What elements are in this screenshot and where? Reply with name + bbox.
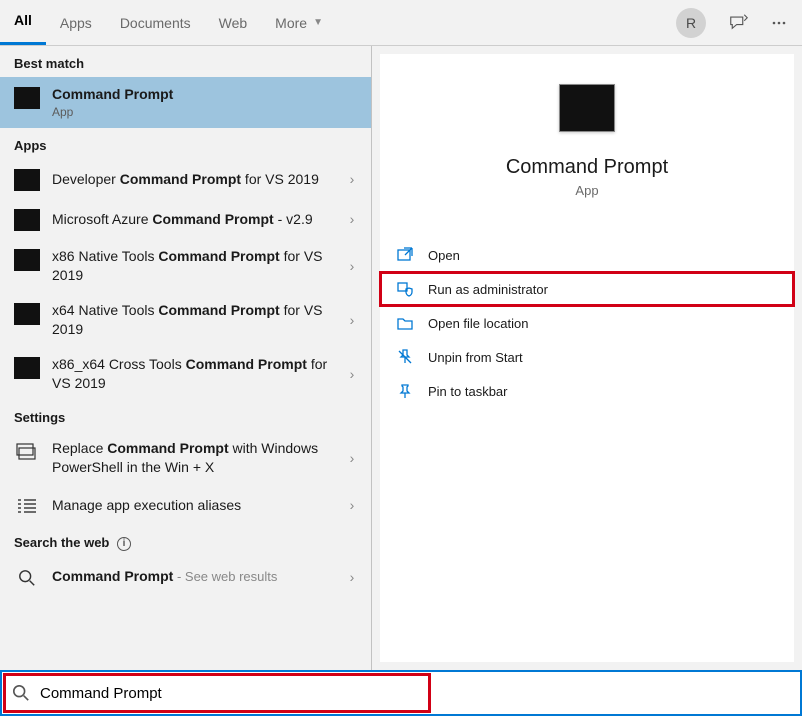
- search-icon: [14, 567, 40, 589]
- app-result-text: x86 Native Tools Command Prompt for VS 2…: [52, 247, 335, 285]
- section-apps: Apps: [0, 128, 371, 159]
- app-result[interactable]: x86_x64 Cross Tools Command Prompt for V…: [0, 347, 371, 401]
- terminal-icon: [14, 303, 40, 325]
- app-result-text: Microsoft Azure Command Prompt - v2.9: [52, 210, 335, 229]
- section-search-web: Search the web i: [0, 525, 371, 557]
- info-icon[interactable]: i: [117, 537, 131, 551]
- app-result-text: x64 Native Tools Command Prompt for VS 2…: [52, 301, 335, 339]
- user-avatar[interactable]: R: [676, 8, 706, 38]
- section-settings: Settings: [0, 400, 371, 431]
- action-unpin-label: Unpin from Start: [428, 350, 523, 365]
- open-icon: [396, 246, 414, 264]
- list-icon: [14, 495, 40, 517]
- settings-result-replace[interactable]: Replace Command Prompt with Windows Powe…: [0, 431, 371, 485]
- best-match-result[interactable]: Command Prompt App: [0, 77, 371, 128]
- chevron-right-icon[interactable]: ›: [343, 497, 361, 513]
- web-result-text: Command Prompt - See web results: [52, 567, 335, 586]
- unpin-icon: [396, 348, 414, 366]
- terminal-icon: [14, 87, 40, 109]
- chevron-right-icon[interactable]: ›: [343, 211, 361, 227]
- terminal-icon: [14, 249, 40, 271]
- action-open-label: Open: [428, 248, 460, 263]
- action-open-file-location[interactable]: Open file location: [380, 306, 794, 340]
- search-input[interactable]: [40, 672, 800, 714]
- feedback-icon[interactable]: [722, 6, 756, 40]
- chevron-right-icon[interactable]: ›: [343, 450, 361, 466]
- chevron-right-icon[interactable]: ›: [343, 258, 361, 274]
- terminal-windows-icon: [14, 441, 40, 463]
- app-result[interactable]: Developer Command Prompt for VS 2019 ›: [0, 159, 371, 199]
- best-match-subtitle: App: [52, 104, 361, 120]
- settings-result-text: Replace Command Prompt with Windows Powe…: [52, 439, 335, 477]
- filter-tabbar: All Apps Documents Web More ▼ R: [0, 0, 802, 46]
- chevron-right-icon[interactable]: ›: [343, 366, 361, 382]
- app-result[interactable]: x64 Native Tools Command Prompt for VS 2…: [0, 293, 371, 347]
- action-open[interactable]: Open: [380, 238, 794, 272]
- terminal-icon: [14, 169, 40, 191]
- detail-panel: Command Prompt App Open Run as administr…: [380, 54, 794, 662]
- search-icon: [2, 684, 40, 702]
- detail-app-thumbnail: [559, 84, 615, 132]
- best-match-title: Command Prompt: [52, 86, 173, 102]
- settings-result-text: Manage app execution aliases: [52, 496, 335, 515]
- chevron-right-icon[interactable]: ›: [343, 569, 361, 585]
- section-best-match: Best match: [0, 46, 371, 77]
- chevron-right-icon[interactable]: ›: [343, 171, 361, 187]
- action-unpin-start[interactable]: Unpin from Start: [380, 340, 794, 374]
- terminal-icon: [14, 209, 40, 231]
- tab-more-label: More: [275, 15, 307, 31]
- app-result[interactable]: Microsoft Azure Command Prompt - v2.9 ›: [0, 199, 371, 239]
- action-run-as-admin-label: Run as administrator: [428, 282, 548, 297]
- folder-icon: [396, 314, 414, 332]
- settings-result-aliases[interactable]: Manage app execution aliases ›: [0, 485, 371, 525]
- action-pin-label: Pin to taskbar: [428, 384, 508, 399]
- pin-icon: [396, 382, 414, 400]
- app-result-text: x86_x64 Cross Tools Command Prompt for V…: [52, 355, 335, 393]
- results-panel: Best match Command Prompt App Apps Devel…: [0, 46, 372, 670]
- terminal-icon: [14, 357, 40, 379]
- app-result-text: Developer Command Prompt for VS 2019: [52, 170, 335, 189]
- search-bar: [0, 670, 802, 716]
- tab-all[interactable]: All: [0, 0, 46, 45]
- more-options-icon[interactable]: [762, 6, 796, 40]
- tab-more[interactable]: More ▼: [261, 0, 337, 45]
- detail-title: Command Prompt: [506, 156, 668, 179]
- detail-actions: Open Run as administrator Open file loca…: [380, 238, 794, 408]
- app-result[interactable]: x86 Native Tools Command Prompt for VS 2…: [0, 239, 371, 293]
- chevron-down-icon: ▼: [313, 17, 323, 28]
- detail-subtitle: App: [575, 183, 598, 198]
- action-pin-taskbar[interactable]: Pin to taskbar: [380, 374, 794, 408]
- web-result[interactable]: Command Prompt - See web results ›: [0, 557, 371, 597]
- tab-web[interactable]: Web: [205, 0, 262, 45]
- main-content: Best match Command Prompt App Apps Devel…: [0, 46, 802, 670]
- chevron-right-icon[interactable]: ›: [343, 312, 361, 328]
- action-run-as-admin[interactable]: Run as administrator: [380, 272, 794, 306]
- tab-documents[interactable]: Documents: [106, 0, 205, 45]
- shield-run-icon: [396, 280, 414, 298]
- action-file-location-label: Open file location: [428, 316, 528, 331]
- tab-apps[interactable]: Apps: [46, 0, 106, 45]
